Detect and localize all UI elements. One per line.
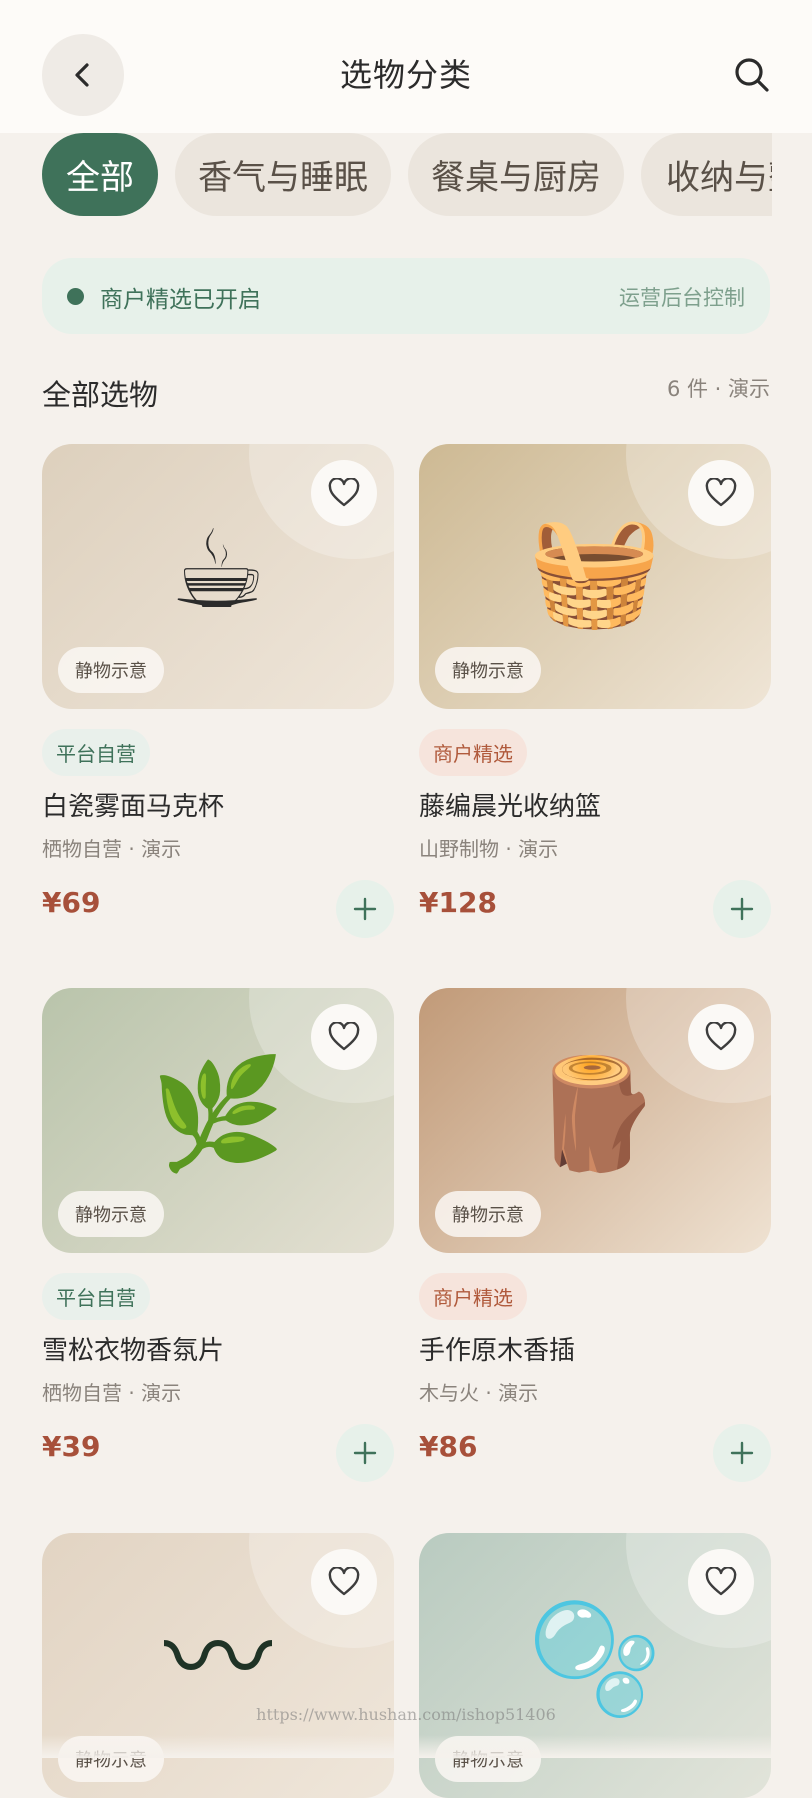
favorite-button[interactable] xyxy=(688,1004,754,1070)
watermark: https://www.hushan.com/ishop51406 xyxy=(256,1705,556,1724)
product-card[interactable]: ☕ 静物示意 平台自营 白瓷雾面马克杯 栖物自营 · 演示 ¥69 xyxy=(42,444,394,938)
product-name: 手作原木香插 xyxy=(419,1336,576,1366)
product-card[interactable]: 🧺 静物示意 商户精选 藤编晨光收纳篮 山野制物 · 演示 ¥128 xyxy=(419,444,771,938)
heart-icon xyxy=(705,1022,737,1051)
source-badge: 商户精选 xyxy=(419,1273,527,1320)
plus-icon xyxy=(730,897,754,921)
top-bar: 选物分类 xyxy=(0,0,812,133)
heart-icon xyxy=(328,1022,360,1051)
product-shop: 栖物自营 · 演示 xyxy=(42,837,182,861)
notice-text: 商户精选已开启 xyxy=(100,287,261,313)
source-badge: 平台自营 xyxy=(42,729,150,776)
tab-all[interactable]: 全部 xyxy=(42,133,158,216)
heart-icon xyxy=(328,478,360,507)
product-card[interactable]: 🌿 静物示意 平台自营 雪松衣物香氛片 栖物自营 · 演示 ¥39 xyxy=(42,988,394,1482)
plus-icon xyxy=(353,897,377,921)
product-name: 白瓷雾面马克杯 xyxy=(42,792,225,822)
tab-storage[interactable]: 收纳与整理 xyxy=(641,133,772,216)
source-badge: 商户精选 xyxy=(419,729,527,776)
product-price: ¥39 xyxy=(42,1430,101,1463)
bottom-fade xyxy=(0,1735,812,1758)
add-to-cart-button[interactable] xyxy=(336,1424,394,1482)
favorite-button[interactable] xyxy=(311,1549,377,1615)
section-count: 6 件 · 演示 xyxy=(666,377,770,401)
add-to-cart-button[interactable] xyxy=(336,880,394,938)
still-life-badge: 静物示意 xyxy=(435,647,541,693)
product-price: ¥86 xyxy=(419,1430,478,1463)
plus-icon xyxy=(730,1441,754,1465)
heart-icon xyxy=(328,1567,360,1596)
still-life-badge: 静物示意 xyxy=(58,647,164,693)
product-image: 🌿 静物示意 xyxy=(42,988,394,1253)
plus-icon xyxy=(353,1441,377,1465)
section-title: 全部选物 xyxy=(42,378,159,412)
still-life-badge: 静物示意 xyxy=(58,1191,164,1237)
product-price: ¥69 xyxy=(42,886,101,919)
product-shop: 木与火 · 演示 xyxy=(419,1381,539,1405)
tab-fragrance-sleep[interactable]: 香气与睡眠 xyxy=(175,133,391,216)
product-shop: 山野制物 · 演示 xyxy=(419,837,559,861)
favorite-button[interactable] xyxy=(688,1549,754,1615)
favorite-button[interactable] xyxy=(688,460,754,526)
favorite-button[interactable] xyxy=(311,1004,377,1070)
tab-table-kitchen[interactable]: 餐桌与厨房 xyxy=(408,133,624,216)
notice-link[interactable]: 运营后台控制 xyxy=(619,282,745,312)
page-title: 选物分类 xyxy=(339,56,472,94)
product-card[interactable]: 🪵 静物示意 商户精选 手作原木香插 木与火 · 演示 ¥86 xyxy=(419,988,771,1482)
add-to-cart-button[interactable] xyxy=(713,880,771,938)
product-image: 🪵 静物示意 xyxy=(419,988,771,1253)
heart-icon xyxy=(705,1567,737,1596)
product-image: 🧺 静物示意 xyxy=(419,444,771,709)
still-life-badge: 静物示意 xyxy=(435,1191,541,1237)
heart-icon xyxy=(705,478,737,507)
search-icon xyxy=(735,58,769,92)
product-name: 藤编晨光收纳篮 xyxy=(419,792,602,822)
product-image: 🫧 静物示意 xyxy=(419,1533,771,1798)
merchant-notice: 商户精选已开启 运营后台控制 xyxy=(42,258,770,334)
product-card[interactable]: 🫧 静物示意 xyxy=(419,1533,771,1798)
product-shop: 栖物自营 · 演示 xyxy=(42,1381,182,1405)
search-button[interactable] xyxy=(722,50,782,100)
category-tabs: 全部 香气与睡眠 餐桌与厨房 收纳与整理 xyxy=(42,133,772,217)
product-name: 雪松衣物香氛片 xyxy=(42,1336,225,1366)
product-price: ¥128 xyxy=(419,886,497,919)
status-dot xyxy=(67,288,84,305)
favorite-button[interactable] xyxy=(311,460,377,526)
add-to-cart-button[interactable] xyxy=(713,1424,771,1482)
source-badge: 平台自营 xyxy=(42,1273,150,1320)
product-image: ☕ 静物示意 xyxy=(42,444,394,709)
product-image: 〰 静物示意 xyxy=(42,1533,394,1798)
product-card[interactable]: 〰 静物示意 xyxy=(42,1533,394,1798)
